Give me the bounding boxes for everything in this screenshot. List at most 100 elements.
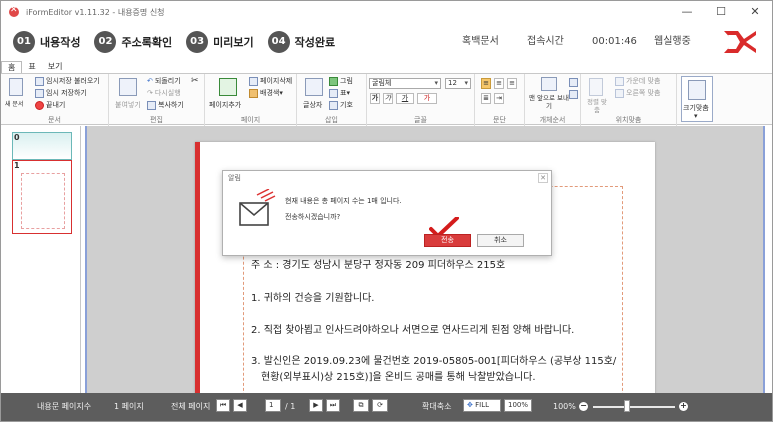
bold-button[interactable]: 가 [370, 93, 380, 104]
underline-button[interactable]: 가 [396, 93, 414, 104]
next-page-icon[interactable]: ▶ [309, 399, 323, 412]
document-area: 주 소 : 경기도 성남시 분당구 정자동 209 피더하우스 215호 1. … [85, 126, 765, 406]
first-page-icon[interactable]: ⏮ [216, 399, 230, 412]
tab-view[interactable]: 보기 [42, 61, 69, 73]
undo-button[interactable]: ↶ 되돌리기 [147, 76, 181, 86]
line-spacing-icon[interactable]: ≣ [481, 93, 491, 104]
undo-label: 되돌리기 [154, 77, 181, 85]
zoom-slider-thumb[interactable] [624, 400, 631, 412]
status-label: 웹실행중 [654, 36, 691, 47]
quit-icon [35, 100, 44, 110]
italic-button[interactable]: 가 [383, 93, 393, 104]
align-right-icon[interactable]: ≡ [507, 78, 517, 89]
add-page-button[interactable]: 페이지추가 [209, 100, 241, 110]
tab-table[interactable]: 표 [22, 61, 41, 73]
ribbon-group-doc: 새 문서 임시저장 불러오기 임시 저장하기 끝내기 문서 [1, 74, 109, 126]
fit-size-icon [688, 80, 706, 100]
redo-label: 다시실행 [154, 89, 181, 97]
indent-icon[interactable]: ⇥ [494, 93, 504, 104]
step-2[interactable]: 02 주소록확인 [94, 31, 174, 53]
copy-button[interactable]: 복사하기 [147, 100, 184, 110]
dialog-message: 현재 내용은 총 페이지 수는 1매 입니다. [285, 197, 402, 205]
group-label: 글꼴 [414, 116, 427, 124]
group-label: 페이지 [240, 116, 261, 124]
zoom-label: 확대축소 [422, 402, 452, 411]
fill-label: FILL [475, 401, 489, 409]
zoom-value: 100% [553, 402, 576, 411]
bring-front-button[interactable]: 맨 앞으로 보내기 [529, 94, 569, 110]
pages-value: 1 페이지 [114, 402, 144, 411]
align-obj-button[interactable]: 정렬 맞춤 [585, 98, 609, 114]
step-number: 03 [186, 31, 209, 53]
address-line: 주 소 : 경기도 성남시 분당구 정자동 209 피더하우스 215호 [251, 260, 506, 271]
font-color-button[interactable]: 가 [417, 93, 437, 104]
quit-label: 끝내기 [46, 101, 66, 109]
cut-icon[interactable]: ✂ [191, 76, 199, 86]
last-page-icon[interactable]: ⏭ [326, 399, 340, 412]
align-center-icon[interactable]: ≡ [494, 78, 504, 89]
step-label: 작성완료 [294, 36, 336, 49]
align-obj-icon[interactable] [589, 78, 603, 96]
chevron-down-icon: ▾ [346, 89, 350, 97]
save-temp-button[interactable]: 임시 저장하기 [35, 88, 87, 98]
step-number: 01 [13, 31, 35, 53]
step-3[interactable]: 03 미리보기 [186, 31, 255, 53]
prev-page-icon[interactable]: ◀ [233, 399, 247, 412]
page-refresh-icon[interactable]: ⟳ [372, 399, 388, 412]
maximize-icon[interactable]: ☐ [704, 1, 738, 23]
zoom-in-icon[interactable]: + [679, 402, 688, 411]
new-doc-icon[interactable] [9, 78, 23, 96]
symbol-button[interactable]: 기호 [329, 100, 353, 110]
paragraph-2: 2. 직접 찾아뵙고 인사드려야하오나 서면으로 연사드리게 된점 양해 바랍니… [251, 325, 575, 336]
thumbnail-content [21, 173, 65, 229]
ribbon-group-font: 굴림체 12 가 가 가 가 글꼴 [367, 74, 475, 126]
align-center-obj-button[interactable]: 가운데 맞춤 [615, 76, 660, 86]
paste-icon[interactable] [119, 78, 137, 96]
page-layout-icon[interactable]: ⧉ [353, 399, 369, 412]
current-page-input[interactable]: 1 [265, 399, 281, 412]
group-label: 개체순서 [539, 116, 566, 124]
fit-size-button[interactable]: 크기맞춤 ▾ [681, 76, 713, 122]
bring-front-icon[interactable] [541, 77, 557, 91]
align-left-icon[interactable]: ≡ [481, 78, 491, 89]
folder-icon [35, 76, 44, 86]
zoom-100-button[interactable]: 100% [504, 399, 532, 412]
textbox-button[interactable]: 글상자 [303, 100, 322, 110]
open-temp-button[interactable]: 임시저장 불러오기 [35, 76, 100, 86]
font-face-select[interactable]: 굴림체 [369, 78, 441, 89]
order-step-icon[interactable] [569, 90, 578, 99]
delete-page-button[interactable]: 페이지삭제 [249, 76, 292, 86]
session-label: 접속시간 [527, 36, 564, 47]
paste-button[interactable]: 붙여넣기 [115, 100, 141, 110]
thumbnail-page-1[interactable]: 1 [12, 160, 72, 234]
send-button[interactable]: 전송 [424, 234, 471, 247]
redo-button[interactable]: ↷ 다시실행 [147, 88, 181, 98]
add-page-icon[interactable] [219, 78, 237, 96]
step-4[interactable]: 04 작성완료 [267, 31, 337, 53]
font-size-select[interactable]: 12 [445, 78, 471, 89]
ribbon-tabs: 홈 표 보기 [1, 61, 772, 73]
cancel-button[interactable]: 취소 [477, 234, 524, 247]
image-label: 그림 [340, 77, 353, 85]
table-button[interactable]: 표 ▾ [329, 88, 350, 98]
app-window: iFormEditor v1.11.32 - 내용증명 신청 — ☐ ✕ 01 … [0, 0, 773, 422]
close-icon[interactable]: ✕ [738, 1, 772, 23]
close-icon[interactable]: ✕ [538, 173, 548, 183]
zoom-slider-track[interactable] [593, 406, 675, 408]
thumbnail-page-0[interactable]: 0 [12, 132, 72, 160]
background-button[interactable]: 배경색 ▾ [249, 88, 283, 98]
step-label: 주소록확인 [121, 36, 173, 49]
quit-button[interactable]: 끝내기 [35, 100, 65, 110]
tab-home[interactable]: 홈 [1, 61, 23, 73]
group-label: 위치맞춤 [615, 116, 642, 124]
zoom-out-icon[interactable]: − [579, 402, 588, 411]
new-doc-button[interactable]: 새 문서 [5, 99, 29, 108]
ribbon: 새 문서 임시저장 불러오기 임시 저장하기 끝내기 문서 붙여넣기 ↶ 되돌리기… [1, 73, 772, 126]
send-back-icon[interactable] [569, 78, 578, 87]
align-right-obj-button[interactable]: 오른쪽 맞춤 [615, 88, 660, 98]
textbox-icon[interactable] [305, 78, 323, 96]
fill-button[interactable]: ✥ FILL [463, 399, 501, 412]
step-1[interactable]: 01 내용작성 [13, 31, 82, 53]
minimize-icon[interactable]: — [670, 1, 704, 23]
image-button[interactable]: 그림 [329, 76, 353, 86]
